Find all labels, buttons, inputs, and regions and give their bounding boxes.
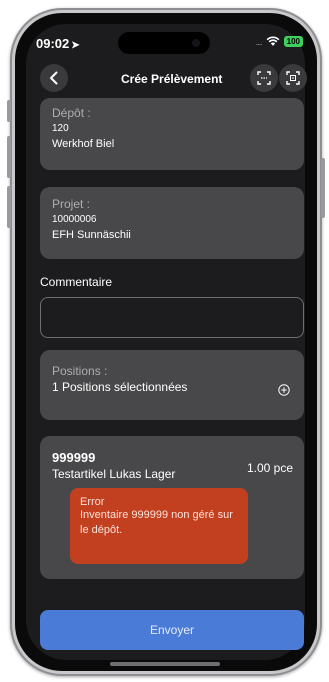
dynamic-island: [118, 32, 210, 54]
add-position-icon[interactable]: [278, 384, 290, 396]
wifi-icon: [266, 36, 280, 46]
positions-label: Positions :: [52, 364, 108, 378]
status-time-text: 09:02: [36, 36, 70, 51]
battery-icon: 100: [283, 36, 303, 47]
location-arrow-icon: ➤: [71, 40, 80, 51]
article-quantity: 1.00 pce: [246, 461, 293, 475]
status-time: 09:02 ➤: [36, 36, 80, 51]
article-code: 999999: [52, 450, 96, 465]
envoyer-button[interactable]: Envoyer: [40, 610, 304, 650]
back-button[interactable]: [40, 64, 68, 92]
depot-name: Werkhof Biel: [52, 138, 115, 150]
projet-code: 10000006: [52, 214, 97, 225]
article-name: Testartikel Lukas Lager: [52, 467, 176, 481]
action-button: [7, 100, 11, 122]
positions-summary: 1 Positions sélectionnées: [52, 380, 188, 394]
depot-label: Dépôt :: [52, 106, 91, 120]
depot-card[interactable]: Dépôt : 120 Werkhof Biel: [40, 98, 304, 170]
status-indicators: .... 100: [256, 36, 303, 47]
error-message: Error Inventaire 999999 non géré sur le …: [70, 488, 248, 564]
barcode-button[interactable]: [279, 64, 307, 92]
camera-dot: [192, 39, 200, 47]
barcode-scan-icon: [286, 71, 300, 85]
error-text: Inventaire 999999 non géré sur le dépôt.: [80, 509, 233, 536]
home-indicator: [110, 662, 220, 666]
cellular-signal-icon: ....: [255, 36, 263, 47]
commentaire-label: Commentaire: [40, 275, 113, 289]
scan-button[interactable]: [250, 64, 278, 92]
scan-icon: [257, 71, 271, 85]
volume-up-button: [7, 136, 11, 178]
projet-card[interactable]: Projet : 10000006 EFH Sunnäschii: [40, 187, 304, 259]
chevron-left-icon: [50, 71, 58, 85]
page-title: Crée Prélèvement: [121, 72, 223, 86]
volume-down-button: [7, 186, 11, 228]
depot-code: 120: [52, 123, 69, 134]
projet-name: EFH Sunnäschii: [52, 229, 131, 241]
error-title: Error: [80, 496, 105, 508]
positions-card[interactable]: Positions : 1 Positions sélectionnées: [40, 350, 304, 420]
projet-label: Projet :: [52, 197, 91, 211]
power-button: [321, 158, 325, 218]
commentaire-input[interactable]: [40, 297, 304, 338]
